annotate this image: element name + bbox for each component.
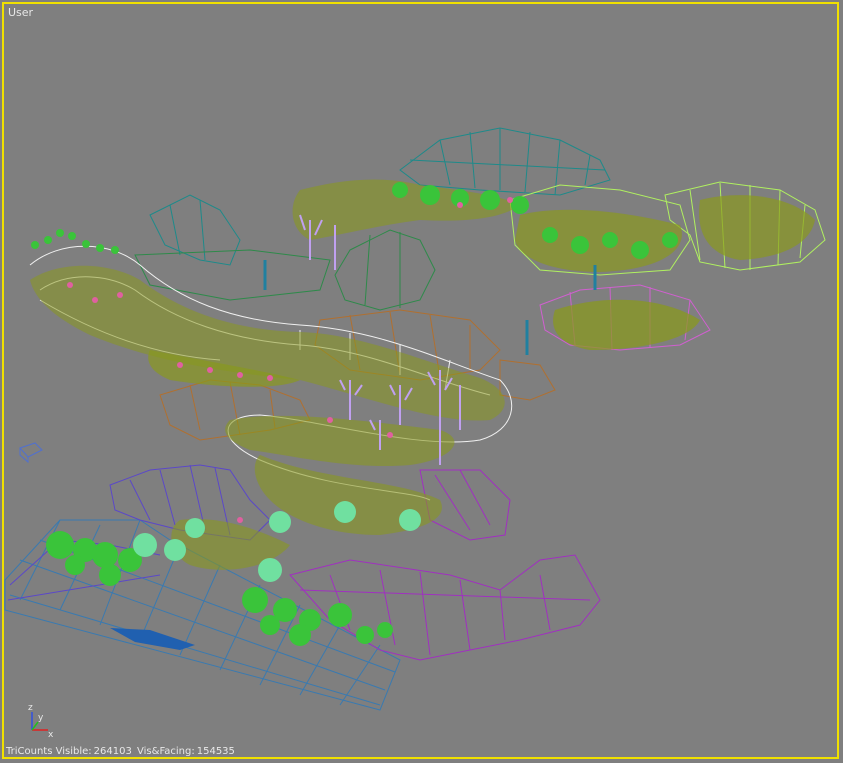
axis-x-label: x: [48, 730, 54, 740]
axis-y-label: y: [38, 713, 44, 723]
tricount-visible-label: TriCounts Visible:: [6, 746, 92, 757]
small-box-object[interactable]: [19, 442, 43, 464]
tricount-visible-value: 264103: [93, 746, 132, 757]
axis-z-label: z: [28, 703, 33, 713]
scene-wireframe[interactable]: z x y: [0, 0, 843, 763]
green-hill-mesh[interactable]: [134, 229, 436, 311]
small-trees-left: [31, 229, 119, 254]
vis-facing-value: 154535: [196, 746, 235, 757]
3d-viewport[interactable]: z x y User TriCounts Visible: 264103 Vis&…: [0, 0, 843, 763]
vis-facing-label: Vis&Facing:: [137, 746, 195, 757]
axis-gizmo: z x y: [28, 703, 54, 740]
viewport-label[interactable]: User: [8, 6, 33, 19]
tricount-statistics: TriCounts Visible: 264103 Vis&Facing: 1545…: [6, 746, 235, 757]
blue-boat-mesh[interactable]: [110, 628, 195, 650]
bright-green-trees: [46, 182, 678, 646]
